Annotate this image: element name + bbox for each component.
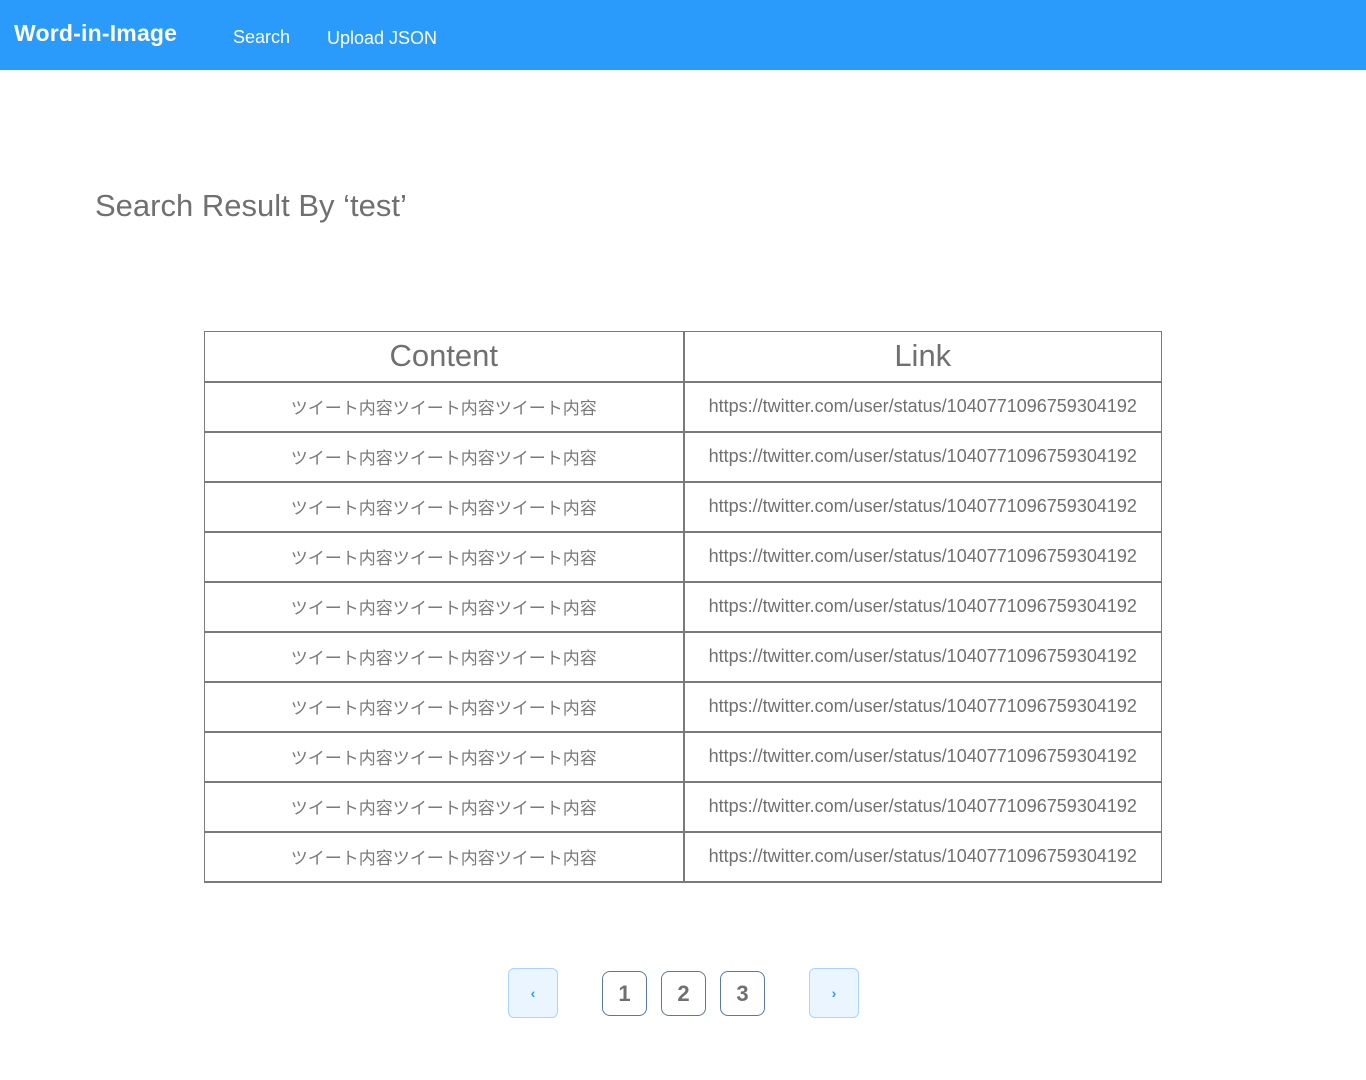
next-page-button[interactable]: › xyxy=(809,968,859,1018)
brand-logo-text[interactable]: Word-in-Image xyxy=(14,20,177,47)
table-row: ツイート内容ツイート内容ツイート内容 https://twitter.com/u… xyxy=(204,731,1162,783)
cell-content: ツイート内容ツイート内容ツイート内容 xyxy=(204,531,685,583)
cell-content: ツイート内容ツイート内容ツイート内容 xyxy=(204,381,685,433)
cell-link[interactable]: https://twitter.com/user/status/10407710… xyxy=(683,581,1162,633)
cell-content: ツイート内容ツイート内容ツイート内容 xyxy=(204,481,685,533)
page-button-2[interactable]: 2 xyxy=(661,971,706,1016)
cell-link[interactable]: https://twitter.com/user/status/10407710… xyxy=(683,531,1162,583)
cell-link[interactable]: https://twitter.com/user/status/10407710… xyxy=(683,631,1162,683)
page-title: Search Result By ‘test’ xyxy=(95,188,407,223)
cell-link[interactable]: https://twitter.com/user/status/10407710… xyxy=(683,831,1162,883)
cell-content: ツイート内容ツイート内容ツイート内容 xyxy=(204,431,685,483)
table-row: ツイート内容ツイート内容ツイート内容 https://twitter.com/u… xyxy=(204,531,1162,583)
table-row: ツイート内容ツイート内容ツイート内容 https://twitter.com/u… xyxy=(204,581,1162,633)
cell-content: ツイート内容ツイート内容ツイート内容 xyxy=(204,831,685,883)
nav-link-upload-json[interactable]: Upload JSON xyxy=(327,28,437,49)
page-button-3[interactable]: 3 xyxy=(720,971,765,1016)
table-row: ツイート内容ツイート内容ツイート内容 https://twitter.com/u… xyxy=(204,681,1162,733)
cell-link[interactable]: https://twitter.com/user/status/10407710… xyxy=(683,481,1162,533)
cell-link[interactable]: https://twitter.com/user/status/10407710… xyxy=(683,431,1162,483)
table-body: ツイート内容ツイート内容ツイート内容 https://twitter.com/u… xyxy=(204,381,1162,883)
cell-content: ツイート内容ツイート内容ツイート内容 xyxy=(204,581,685,633)
chevron-right-icon: › xyxy=(831,985,837,1001)
cell-link[interactable]: https://twitter.com/user/status/10407710… xyxy=(683,381,1162,433)
prev-page-button[interactable]: ‹ xyxy=(508,968,558,1018)
column-header-link: Link xyxy=(683,331,1162,383)
table-row: ツイート内容ツイート内容ツイート内容 https://twitter.com/u… xyxy=(204,381,1162,433)
top-navbar: Word-in-Image Search Upload JSON xyxy=(0,0,1366,70)
cell-content: ツイート内容ツイート内容ツイート内容 xyxy=(204,681,685,733)
cell-content: ツイート内容ツイート内容ツイート内容 xyxy=(204,631,685,683)
cell-content: ツイート内容ツイート内容ツイート内容 xyxy=(204,731,685,783)
page-button-1[interactable]: 1 xyxy=(602,971,647,1016)
cell-content: ツイート内容ツイート内容ツイート内容 xyxy=(204,781,685,833)
table-header-row: Content Link xyxy=(204,331,1162,383)
nav-link-search[interactable]: Search xyxy=(233,27,290,48)
chevron-left-icon: ‹ xyxy=(530,985,536,1001)
column-header-content: Content xyxy=(204,331,685,383)
table-row: ツイート内容ツイート内容ツイート内容 https://twitter.com/u… xyxy=(204,481,1162,533)
cell-link[interactable]: https://twitter.com/user/status/10407710… xyxy=(683,781,1162,833)
table-row: ツイート内容ツイート内容ツイート内容 https://twitter.com/u… xyxy=(204,781,1162,833)
table-row: ツイート内容ツイート内容ツイート内容 https://twitter.com/u… xyxy=(204,831,1162,883)
search-results-table: Content Link ツイート内容ツイート内容ツイート内容 https://… xyxy=(204,331,1162,883)
cell-link[interactable]: https://twitter.com/user/status/10407710… xyxy=(683,681,1162,733)
table-row: ツイート内容ツイート内容ツイート内容 https://twitter.com/u… xyxy=(204,631,1162,683)
table-row: ツイート内容ツイート内容ツイート内容 https://twitter.com/u… xyxy=(204,431,1162,483)
cell-link[interactable]: https://twitter.com/user/status/10407710… xyxy=(683,731,1162,783)
